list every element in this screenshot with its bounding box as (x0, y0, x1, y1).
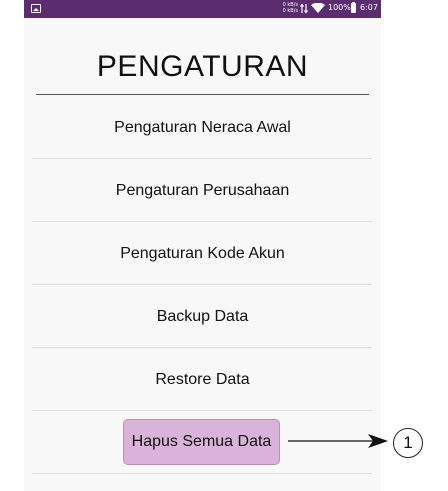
callout-badge: 1 (393, 428, 423, 458)
divider (32, 473, 372, 474)
menu-item-restore-data[interactable]: Restore Data (24, 348, 381, 411)
menu-item-label: Backup Data (156, 308, 249, 325)
menu-item-label: Pengaturan Neraca Awal (114, 119, 291, 136)
app-screen: 0 kB/s 0 kB/s 100% 6:07 PENGATURAN Penga… (24, 0, 381, 491)
net-speed-down: 0 kB/s (282, 8, 298, 14)
menu-item-label: Restore Data (155, 371, 250, 388)
callout-arrow-icon (288, 434, 388, 448)
title-divider (36, 94, 369, 95)
delete-all-data-button[interactable]: Hapus Semua Data (123, 419, 280, 465)
menu-item-label: Pengaturan Kode Akun (120, 245, 285, 262)
menu-item-perusahaan[interactable]: Pengaturan Perusahaan (24, 159, 381, 222)
page-title: PENGATURAN (96, 50, 309, 83)
menu-item-neraca-awal[interactable]: Pengaturan Neraca Awal (24, 96, 381, 159)
menu-item-label: Pengaturan Perusahaan (115, 182, 290, 199)
menu-item-backup-data[interactable]: Backup Data (24, 285, 381, 348)
network-speed: 0 kB/s 0 kB/s (276, 2, 298, 14)
battery-percentage: 100% (328, 3, 351, 12)
clock: 6:07 (360, 3, 378, 12)
wifi-icon (311, 3, 325, 13)
image-icon (31, 4, 41, 13)
status-bar: 0 kB/s 0 kB/s 100% 6:07 (24, 0, 381, 18)
data-arrows-icon (300, 3, 308, 14)
menu-item-kode-akun[interactable]: Pengaturan Kode Akun (24, 222, 381, 285)
battery-icon (351, 2, 356, 13)
divider (32, 410, 372, 411)
